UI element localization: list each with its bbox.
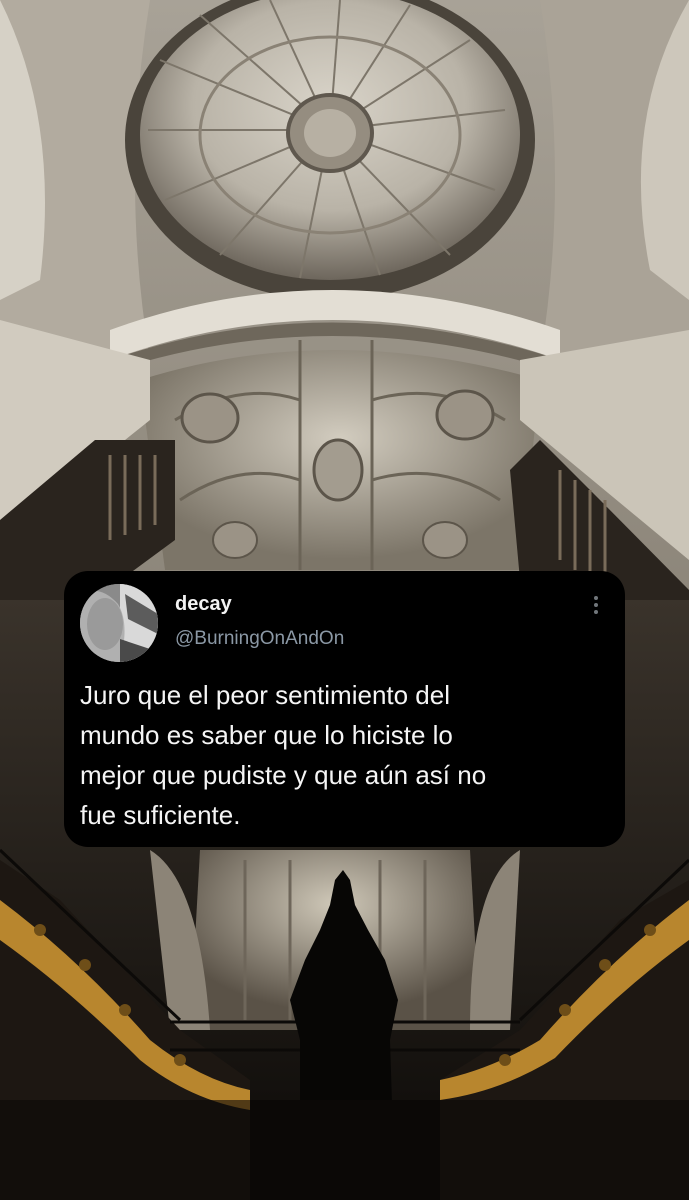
tweet-text: Juro que el peor sentimiento del mundo e… [80, 680, 487, 830]
more-options-icon[interactable] [591, 596, 601, 618]
user-handle[interactable]: @BurningOnAndOn [175, 628, 344, 650]
avatar-photo-icon [80, 584, 158, 662]
screen: decay @BurningOnAndOn Juro que el peor s… [0, 0, 689, 1200]
user-avatar[interactable] [80, 584, 158, 662]
tweet-card[interactable]: decay @BurningOnAndOn Juro que el peor s… [64, 571, 625, 847]
display-name[interactable]: decay [175, 593, 232, 616]
